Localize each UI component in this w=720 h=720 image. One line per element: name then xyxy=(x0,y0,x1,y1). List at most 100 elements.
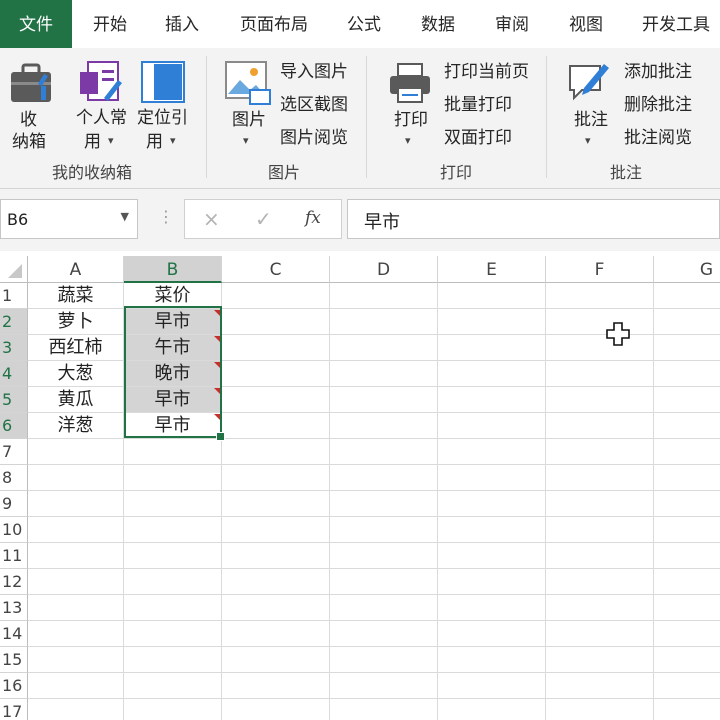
cell-f12[interactable] xyxy=(546,569,654,595)
cell-g13[interactable] xyxy=(654,595,720,621)
cell-f11[interactable] xyxy=(546,543,654,569)
cell-g5[interactable] xyxy=(654,387,720,413)
cell-a12[interactable] xyxy=(28,569,124,595)
cancel-icon[interactable]: × xyxy=(203,207,220,231)
cell-a7[interactable] xyxy=(28,439,124,465)
cell-g3[interactable] xyxy=(654,335,720,361)
cell-b6[interactable]: 早市 xyxy=(124,413,222,439)
duplex-print-button[interactable]: 双面打印 xyxy=(444,128,512,148)
cell-f5[interactable] xyxy=(546,387,654,413)
cell-g4[interactable] xyxy=(654,361,720,387)
cell-g10[interactable] xyxy=(654,517,720,543)
cell-g9[interactable] xyxy=(654,491,720,517)
cell-a15[interactable] xyxy=(28,647,124,673)
cell-b7[interactable] xyxy=(124,439,222,465)
row-header-11[interactable]: 11 xyxy=(0,543,28,569)
cell-c3[interactable] xyxy=(222,335,330,361)
cell-g8[interactable] xyxy=(654,465,720,491)
cell-c6[interactable] xyxy=(222,413,330,439)
cell-d8[interactable] xyxy=(330,465,438,491)
cell-c1[interactable] xyxy=(222,283,330,309)
cell-b3[interactable]: 午市 xyxy=(124,335,222,361)
cell-f7[interactable] xyxy=(546,439,654,465)
cell-e8[interactable] xyxy=(438,465,546,491)
cell-a16[interactable] xyxy=(28,673,124,699)
cell-e7[interactable] xyxy=(438,439,546,465)
cell-b13[interactable] xyxy=(124,595,222,621)
cell-g16[interactable] xyxy=(654,673,720,699)
row-header-17[interactable]: 17 xyxy=(0,699,28,720)
cell-e17[interactable] xyxy=(438,699,546,720)
tab-formulas[interactable]: 公式 xyxy=(334,0,394,48)
cell-a11[interactable] xyxy=(28,543,124,569)
tab-insert[interactable]: 插入 xyxy=(152,0,212,48)
cell-a4[interactable]: 大葱 xyxy=(28,361,124,387)
row-header-7[interactable]: 7 xyxy=(0,439,28,465)
row-header-16[interactable]: 16 xyxy=(0,673,28,699)
cell-d15[interactable] xyxy=(330,647,438,673)
cell-d2[interactable] xyxy=(330,309,438,335)
cell-g14[interactable] xyxy=(654,621,720,647)
import-picture-button[interactable]: 导入图片 xyxy=(280,62,348,82)
tab-review[interactable]: 审阅 xyxy=(482,0,542,48)
cell-a10[interactable] xyxy=(28,517,124,543)
cell-f8[interactable] xyxy=(546,465,654,491)
tab-file[interactable]: 文件 xyxy=(0,0,72,48)
row-header-8[interactable]: 8 xyxy=(0,465,28,491)
cell-c9[interactable] xyxy=(222,491,330,517)
cell-c13[interactable] xyxy=(222,595,330,621)
cell-e13[interactable] xyxy=(438,595,546,621)
column-header-a[interactable]: A xyxy=(28,256,124,283)
cell-d11[interactable] xyxy=(330,543,438,569)
cell-e16[interactable] xyxy=(438,673,546,699)
row-header-10[interactable]: 10 xyxy=(0,517,28,543)
cell-d17[interactable] xyxy=(330,699,438,720)
name-box[interactable]: B6 ▼ xyxy=(0,199,138,239)
cell-c16[interactable] xyxy=(222,673,330,699)
cell-f1[interactable] xyxy=(546,283,654,309)
cell-c7[interactable] xyxy=(222,439,330,465)
cell-e15[interactable] xyxy=(438,647,546,673)
comment-preview-button[interactable]: 批注阅览 xyxy=(624,128,692,148)
cell-b12[interactable] xyxy=(124,569,222,595)
selection-screenshot-button[interactable]: 选区截图 xyxy=(280,95,348,115)
select-all-button[interactable] xyxy=(0,256,28,283)
column-header-d[interactable]: D xyxy=(330,256,438,283)
cell-f14[interactable] xyxy=(546,621,654,647)
cell-f9[interactable] xyxy=(546,491,654,517)
row-header-15[interactable]: 15 xyxy=(0,647,28,673)
cell-b8[interactable] xyxy=(124,465,222,491)
cell-e12[interactable] xyxy=(438,569,546,595)
cell-e11[interactable] xyxy=(438,543,546,569)
cell-a1[interactable]: 蔬菜 xyxy=(28,283,124,309)
cell-b9[interactable] xyxy=(124,491,222,517)
cell-a14[interactable] xyxy=(28,621,124,647)
cell-d5[interactable] xyxy=(330,387,438,413)
cell-g11[interactable] xyxy=(654,543,720,569)
tab-view[interactable]: 视图 xyxy=(556,0,616,48)
cell-b14[interactable] xyxy=(124,621,222,647)
row-header-14[interactable]: 14 xyxy=(0,621,28,647)
cell-f13[interactable] xyxy=(546,595,654,621)
cell-a9[interactable] xyxy=(28,491,124,517)
cell-c2[interactable] xyxy=(222,309,330,335)
column-header-f[interactable]: F xyxy=(546,256,654,283)
cell-d7[interactable] xyxy=(330,439,438,465)
cell-g2[interactable] xyxy=(654,309,720,335)
cell-f3[interactable] xyxy=(546,335,654,361)
column-header-b[interactable]: B xyxy=(124,256,222,283)
cell-e14[interactable] xyxy=(438,621,546,647)
cell-f17[interactable] xyxy=(546,699,654,720)
cell-a2[interactable]: 萝卜 xyxy=(28,309,124,335)
cell-c14[interactable] xyxy=(222,621,330,647)
column-header-c[interactable]: C xyxy=(222,256,330,283)
cell-a5[interactable]: 黄瓜 xyxy=(28,387,124,413)
tab-home[interactable]: 开始 xyxy=(80,0,140,48)
cell-f10[interactable] xyxy=(546,517,654,543)
row-header-1[interactable]: 1 xyxy=(0,283,28,309)
batch-print-button[interactable]: 批量打印 xyxy=(444,95,512,115)
cell-g6[interactable] xyxy=(654,413,720,439)
print-current-page-button[interactable]: 打印当前页 xyxy=(444,62,529,82)
add-comment-button[interactable]: 添加批注 xyxy=(624,62,692,82)
row-header-12[interactable]: 12 xyxy=(0,569,28,595)
